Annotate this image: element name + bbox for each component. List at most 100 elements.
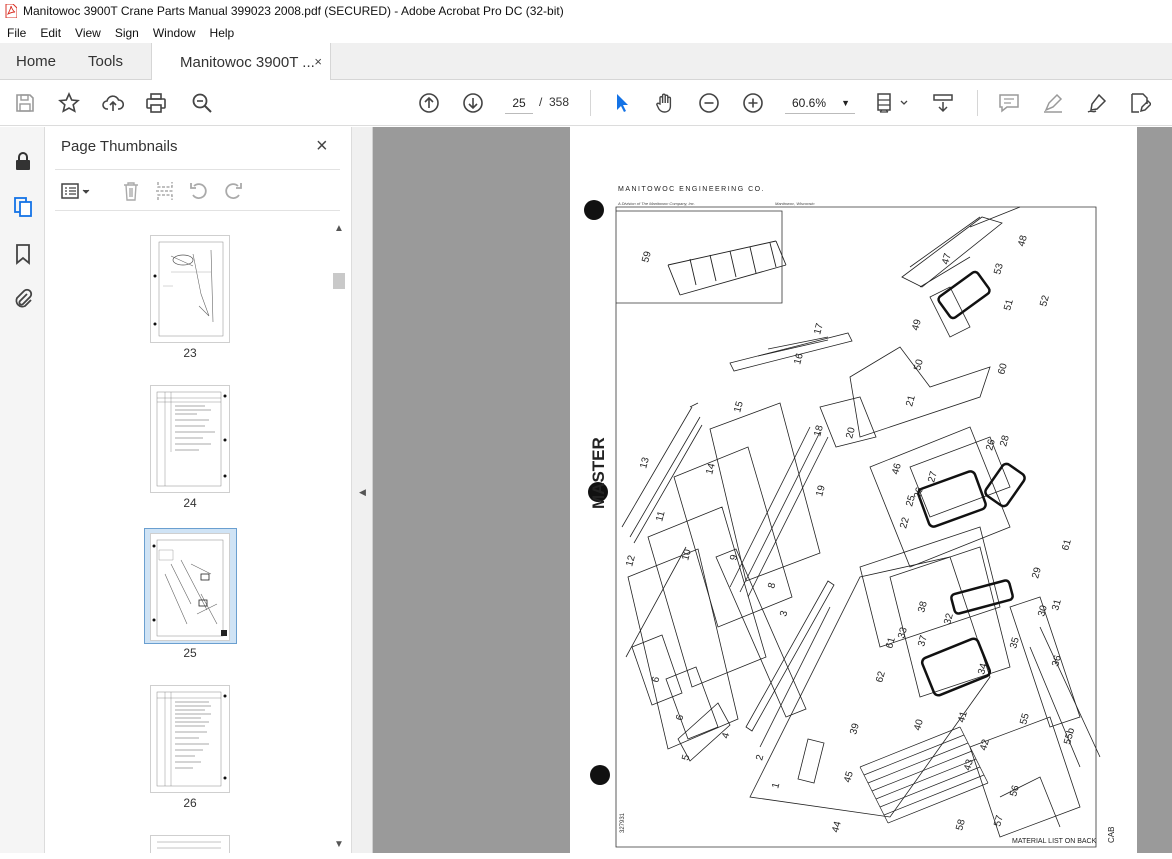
svg-text:56: 56	[1008, 784, 1022, 798]
svg-text:35: 35	[1008, 636, 1022, 650]
menu-sign[interactable]: Sign	[108, 26, 146, 40]
extract-pages-icon[interactable]	[154, 180, 176, 202]
scroll-up-icon[interactable]: ▲	[334, 223, 344, 234]
page-down-icon[interactable]	[461, 91, 485, 115]
menu-bar: File Edit View Sign Window Help	[0, 22, 1172, 43]
page-total: 358	[549, 95, 570, 109]
page-separator: /	[539, 95, 543, 109]
page-preview	[152, 539, 227, 637]
scroll-down-icon[interactable]: ▼	[334, 839, 344, 850]
page-number-input[interactable]: 25	[505, 92, 533, 114]
svg-text:19: 19	[814, 484, 828, 498]
svg-text:40: 40	[912, 718, 926, 732]
menu-edit[interactable]: Edit	[33, 26, 68, 40]
part-44-grill	[859, 726, 989, 824]
thumbnail-page-selected[interactable]	[150, 533, 230, 641]
thumbnail-page[interactable]	[150, 385, 230, 493]
toolbar: 25 / 358 60.6% ▼	[0, 80, 1172, 126]
doc-footer-right: CAB	[1107, 827, 1116, 843]
upload-icon[interactable]	[101, 91, 125, 115]
toolbar-divider	[590, 90, 591, 116]
delete-icon[interactable]	[120, 180, 142, 202]
scrollbar-thumb[interactable]	[333, 273, 345, 289]
page-thumbnails-panel: Page Thumbnails × ▲ ▼ 23 24 25 26	[45, 127, 352, 853]
svg-text:48: 48	[1016, 234, 1030, 248]
svg-text:51: 51	[1002, 298, 1016, 312]
svg-text:58: 58	[954, 818, 968, 832]
search-zoom-icon[interactable]	[190, 91, 214, 115]
svg-text:26: 26	[984, 438, 998, 452]
svg-text:36: 36	[1050, 654, 1064, 668]
panel-title: Page Thumbnails	[61, 138, 178, 155]
thumbnail-page[interactable]	[150, 835, 230, 853]
highlight-icon[interactable]	[1041, 91, 1065, 115]
thumbnail-label: 24	[183, 496, 197, 510]
doc-footer-note: MATERIAL LIST ON BACK	[1012, 838, 1097, 845]
select-pointer-icon[interactable]	[609, 91, 633, 115]
page-up-icon[interactable]	[417, 91, 441, 115]
tab-bar: Home Tools Manitowoc 3900T ... ×	[0, 43, 1172, 81]
svg-text:17: 17	[812, 322, 826, 336]
svg-text:20: 20	[844, 426, 858, 440]
svg-text:45: 45	[842, 770, 856, 784]
tab-close-icon[interactable]: ×	[314, 54, 322, 69]
tab-tools[interactable]: Tools	[88, 43, 123, 80]
sign-icon[interactable]	[1085, 91, 1109, 115]
window-title: Manitowoc 3900T Crane Parts Manual 39902…	[23, 4, 564, 18]
svg-text:10: 10	[680, 548, 694, 562]
panel-collapse-handle[interactable]: ◀	[352, 127, 373, 853]
svg-text:52: 52	[1038, 294, 1052, 308]
svg-text:31: 31	[1050, 598, 1064, 612]
thumbnail-options-icon[interactable]	[60, 180, 94, 202]
thumbnail-scrollbar[interactable]: ▲ ▼	[333, 219, 345, 853]
hand-icon[interactable]	[653, 91, 677, 115]
menu-view[interactable]: View	[68, 26, 108, 40]
page-preview	[153, 241, 224, 337]
star-icon[interactable]	[57, 91, 81, 115]
close-icon[interactable]: ×	[316, 135, 328, 158]
thumbnail-label: 25	[183, 646, 197, 660]
print-icon[interactable]	[144, 91, 168, 115]
tab-document[interactable]: Manitowoc 3900T ... ×	[151, 43, 331, 81]
panels-group	[621, 332, 991, 818]
chevron-left-icon: ◀	[359, 487, 366, 497]
tab-document-label: Manitowoc 3900T ...	[180, 53, 315, 71]
comment-icon[interactable]	[997, 91, 1021, 115]
zoom-out-icon[interactable]	[697, 91, 721, 115]
save-icon[interactable]	[13, 91, 37, 115]
zoom-in-icon[interactable]	[741, 91, 765, 115]
svg-text:6: 6	[674, 713, 686, 722]
menu-help[interactable]: Help	[203, 26, 242, 40]
exploded-parts-drawing: MANITOWOC ENGINEERING CO. A Division of …	[584, 186, 1116, 848]
attachment-icon[interactable]	[11, 287, 35, 311]
thumbnail-label: 23	[183, 346, 197, 360]
thumbnail-toolbar	[55, 169, 340, 211]
svg-text:3: 3	[778, 609, 790, 618]
lock-icon[interactable]	[11, 149, 35, 173]
acrobat-app-icon	[5, 4, 17, 18]
rotate-clockwise-icon[interactable]	[222, 180, 244, 202]
document-view[interactable]: MANITOWOC ENGINEERING CO. A Division of …	[373, 127, 1172, 853]
bookmark-icon[interactable]	[11, 242, 35, 266]
page-thumbnails-icon[interactable]	[11, 195, 35, 219]
svg-text:61: 61	[884, 636, 898, 650]
fit-page-icon[interactable]	[875, 91, 911, 115]
edit-pdf-icon[interactable]	[1128, 91, 1152, 115]
tab-home[interactable]: Home	[16, 43, 56, 80]
svg-text:12: 12	[624, 554, 638, 568]
scroll-mode-icon[interactable]	[931, 91, 955, 115]
svg-text:32: 32	[942, 612, 956, 626]
zoom-select[interactable]: 60.6% ▼	[785, 92, 855, 114]
svg-text:22: 22	[898, 516, 912, 530]
svg-text:37: 37	[916, 634, 930, 648]
title-bar: Manitowoc 3900T Crane Parts Manual 39902…	[0, 0, 1172, 22]
menu-file[interactable]: File	[0, 26, 33, 40]
thumbnail-page[interactable]	[150, 235, 230, 343]
thumbnail-page[interactable]	[150, 685, 230, 793]
doc-header: MANITOWOC ENGINEERING CO.	[618, 186, 765, 193]
page-preview	[157, 841, 221, 849]
svg-text:61: 61	[1060, 538, 1074, 552]
menu-window[interactable]: Window	[146, 26, 203, 40]
rotate-counterclockwise-icon[interactable]	[188, 180, 210, 202]
pdf-page: MANITOWOC ENGINEERING CO. A Division of …	[570, 127, 1137, 853]
